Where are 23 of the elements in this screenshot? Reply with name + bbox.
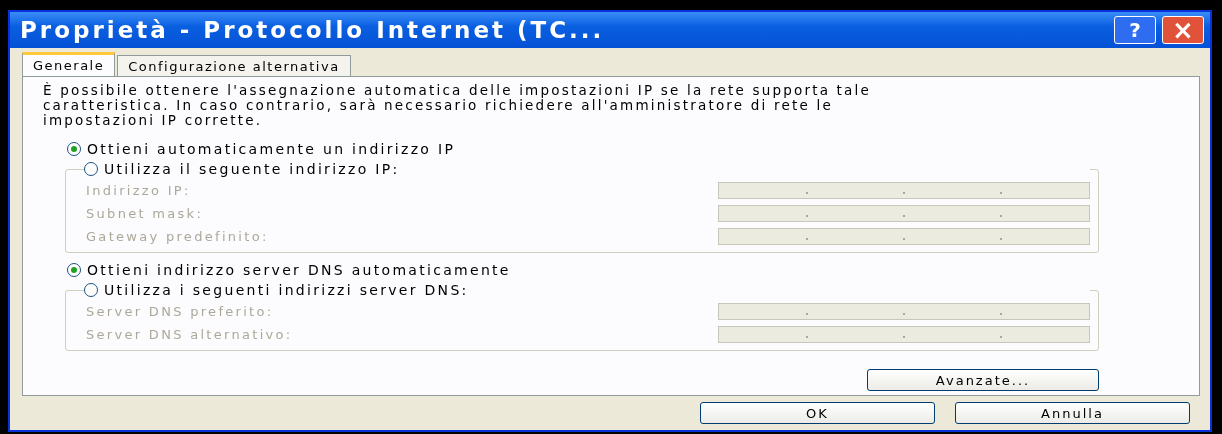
tab[interactable]: Generale [22, 52, 116, 76]
tab[interactable]: Configurazione alternativa [117, 55, 351, 76]
ip-address-field[interactable] [718, 182, 1090, 199]
field-label: Gateway predefinito: [86, 229, 269, 244]
radio-button[interactable] [84, 282, 98, 297]
close-button[interactable]: × [1162, 16, 1204, 44]
radio-button[interactable] [84, 161, 98, 176]
radio-button[interactable] [67, 141, 81, 156]
help-button[interactable]: ? [1114, 16, 1156, 44]
advanced-button[interactable]: Avanzate... [867, 369, 1099, 391]
radio-button[interactable] [67, 262, 81, 277]
cancel-button[interactable]: Annulla [955, 402, 1190, 424]
field-label: Subnet mask: [86, 206, 204, 221]
field-label: Indirizzo IP: [86, 183, 191, 198]
window-title: Proprietà - Protocollo Internet (TC... [20, 17, 605, 43]
ok-button[interactable]: OK [700, 402, 935, 424]
ip-address-field[interactable] [718, 228, 1090, 245]
ip-address-field[interactable] [718, 303, 1090, 320]
field-label: Server DNS preferito: [86, 304, 274, 319]
ip-address-field[interactable] [718, 205, 1090, 222]
ip-address-field[interactable] [718, 326, 1090, 343]
description-text: È possibile ottenere l'assegnazione automatica delle impostazioni IP se la rete supporta tale caratteristica. In caso contrario, sarà necessario richiedere all'amministratore di rete le impostazioni IP corrette. [43, 83, 872, 128]
field-label: Server DNS alternativo: [86, 327, 293, 342]
